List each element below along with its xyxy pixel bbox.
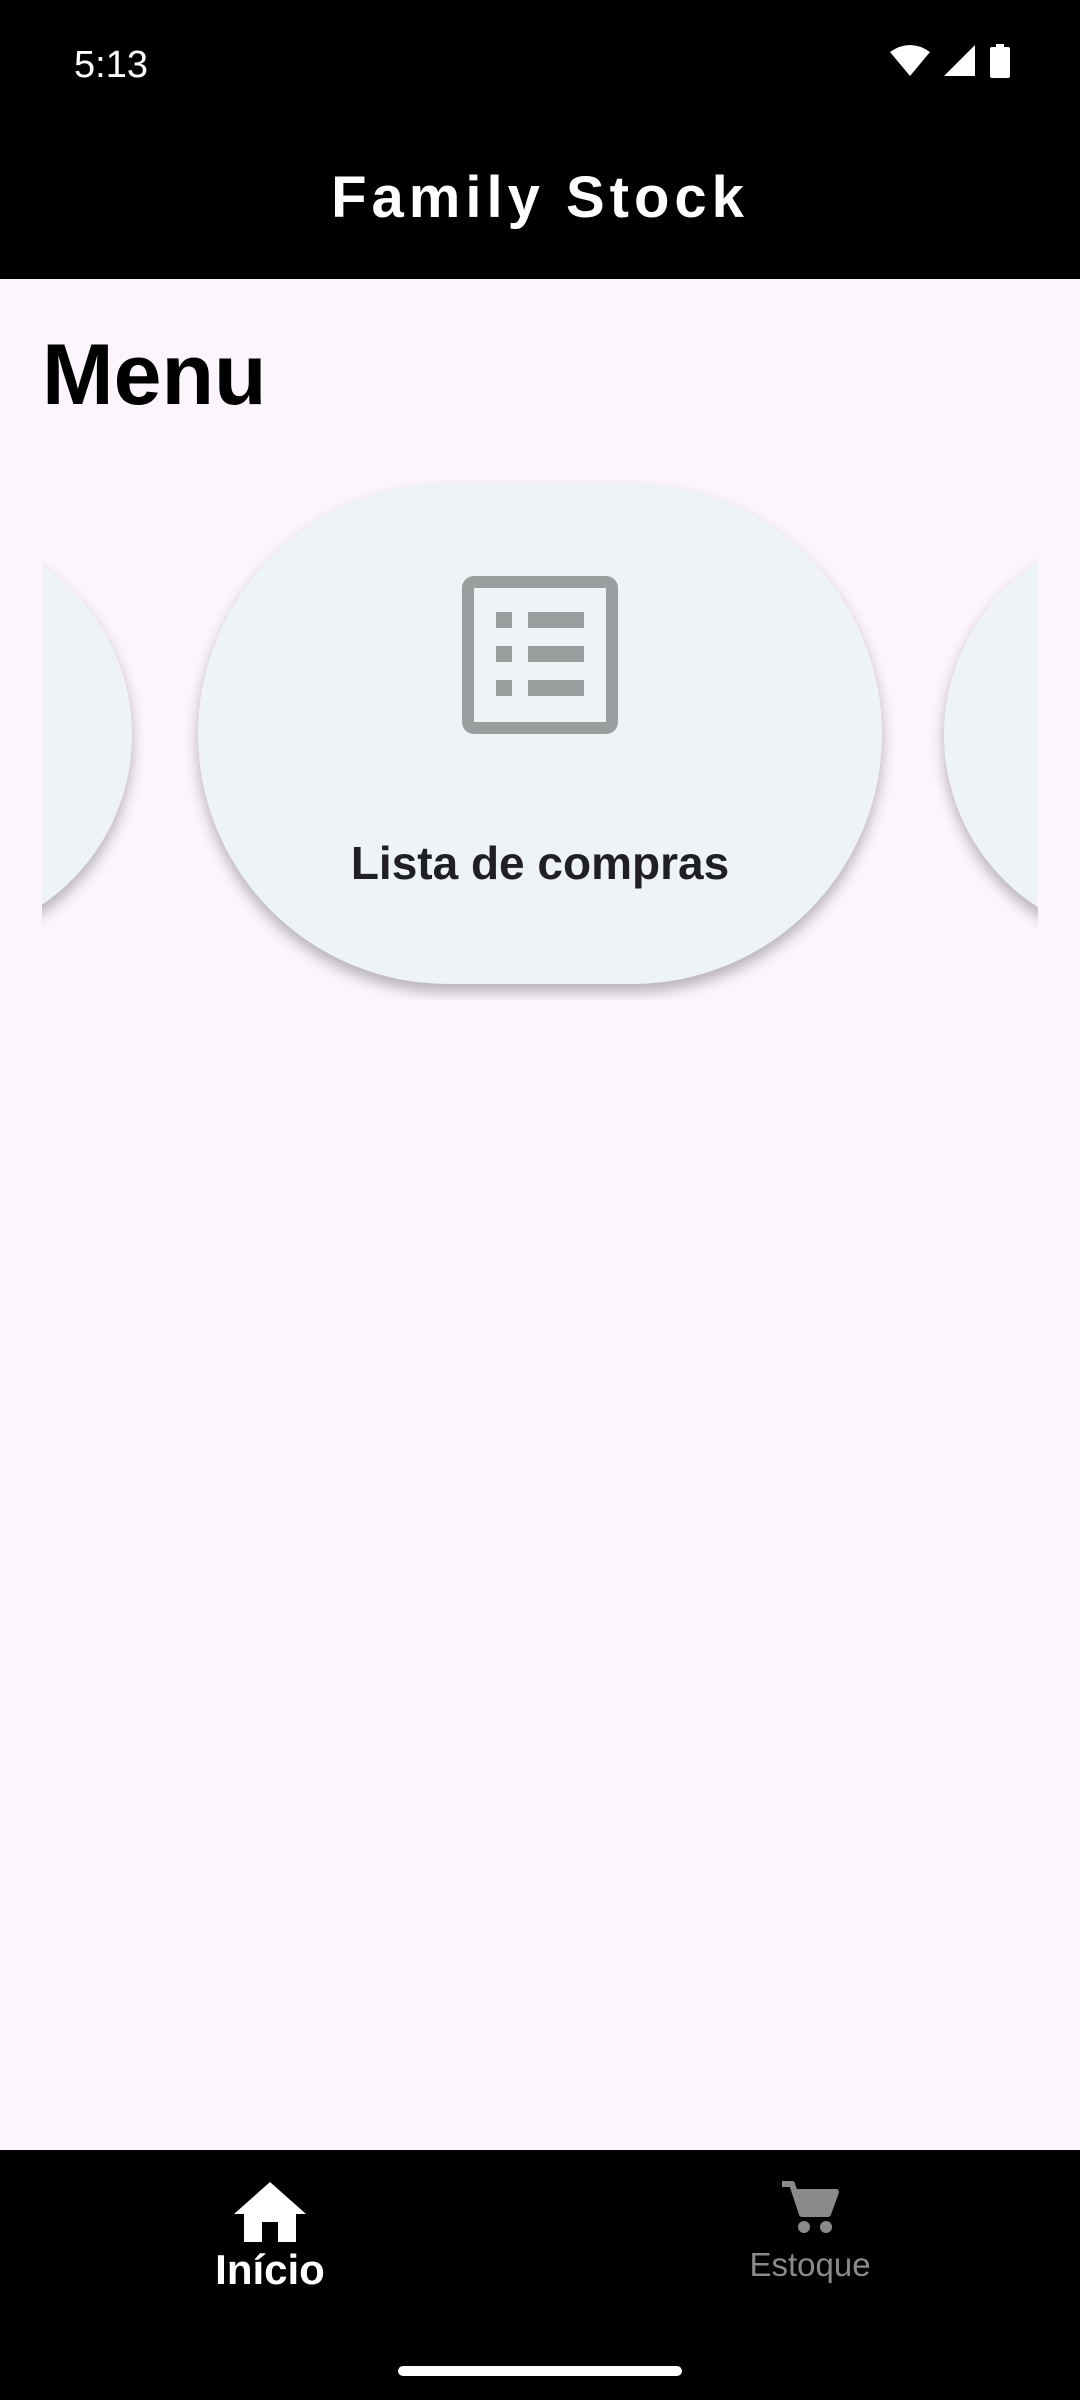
battery-icon [990, 44, 1010, 78]
shopping-list-label: Lista de compras [350, 837, 730, 889]
status-time: 5:13 [74, 44, 148, 86]
menu-carousel[interactable]: Lista de compras [42, 470, 1038, 1000]
app-bar: Family Stock [0, 130, 1080, 279]
shopping-list-card[interactable]: Lista de compras [198, 484, 882, 984]
menu-heading: Menu [42, 327, 267, 423]
nav-label-stock: Estoque [749, 2246, 871, 2283]
status-bar: 5:13 [0, 0, 1080, 130]
list-icon [462, 576, 618, 734]
bottom-navigation: Início Estoque [0, 2150, 1080, 2400]
nav-item-home[interactable]: Início [120, 2180, 420, 2330]
home-icon [234, 2182, 306, 2242]
signal-icon [944, 45, 975, 76]
carousel-card-next[interactable] [944, 530, 1038, 940]
gesture-home-indicator[interactable] [398, 2366, 682, 2376]
carousel-card-previous[interactable] [42, 530, 132, 940]
cart-icon [782, 2181, 839, 2233]
app-title: Family Stock [331, 165, 749, 230]
nav-label-home: Início [215, 2246, 325, 2293]
status-icons [890, 44, 1010, 78]
nav-item-stock[interactable]: Estoque [660, 2180, 960, 2330]
wifi-icon [890, 45, 930, 76]
